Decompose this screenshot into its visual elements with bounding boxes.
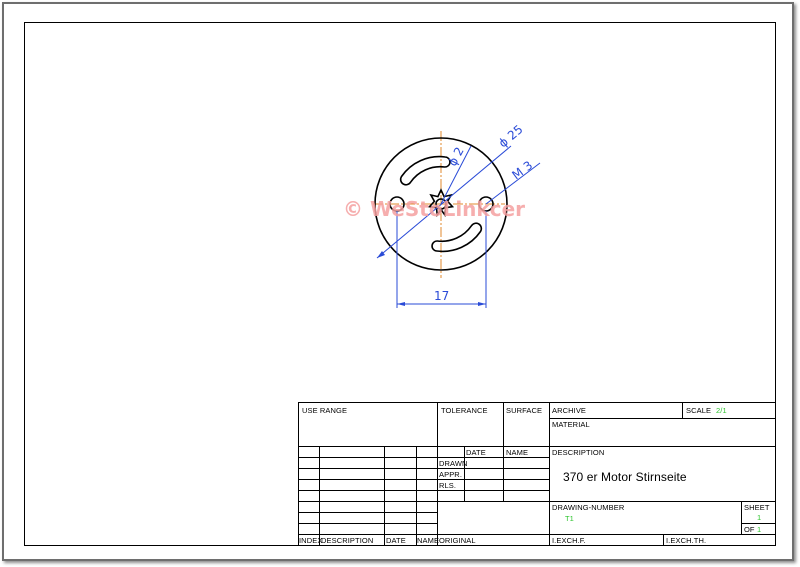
arrow-right: [478, 302, 486, 306]
drawing-sheet: ϕ 25 ϕ 2 M 3 17 © WeStoLinkcer USE RANGE…: [0, 0, 800, 567]
spacing-label: 17: [434, 289, 449, 303]
upper-slot: [399, 155, 451, 186]
lower-slot: [431, 222, 483, 253]
technical-drawing: ϕ 25 ϕ 2 M 3 17 © WeStoLinkcer: [343, 122, 541, 308]
copyright-watermark: © WeStoLinkcer: [343, 197, 525, 221]
thread-label: M 3: [509, 158, 535, 182]
arrow-left: [397, 302, 405, 306]
